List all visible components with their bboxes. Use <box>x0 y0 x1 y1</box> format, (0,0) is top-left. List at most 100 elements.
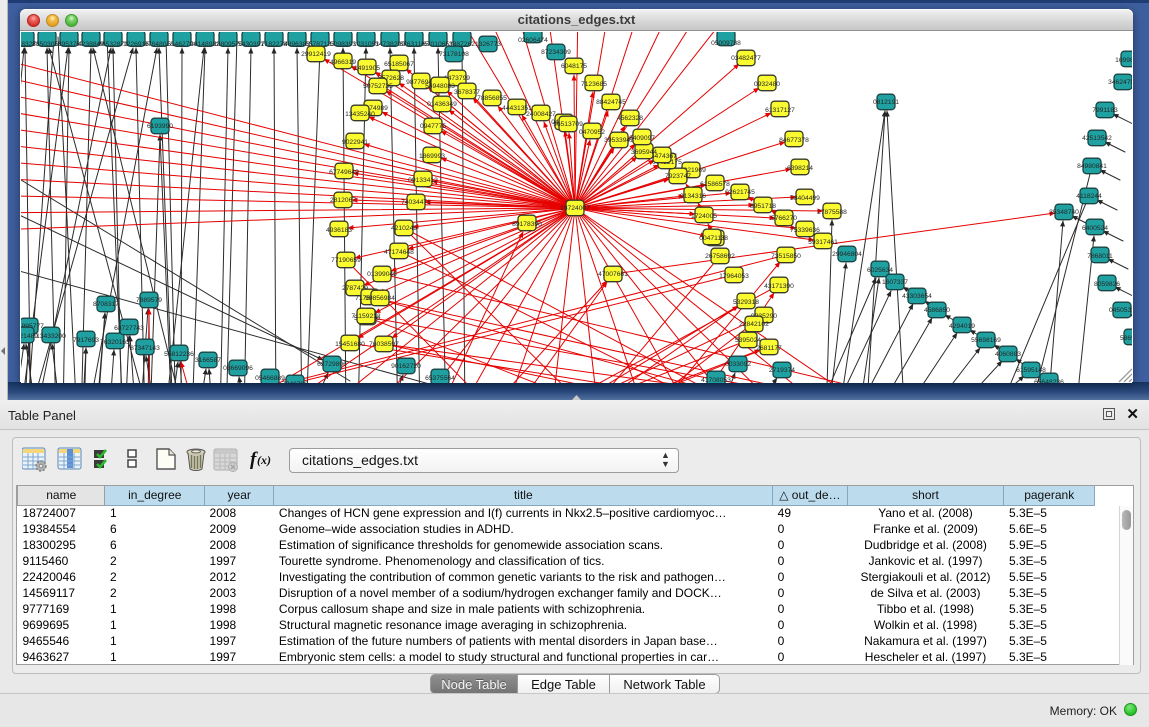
svg-text:68727743: 68727743 <box>114 325 144 332</box>
svg-text:67749649: 67749649 <box>329 169 359 176</box>
svg-text:1491905: 1491905 <box>354 65 380 72</box>
svg-text:8951718: 8951718 <box>750 203 776 210</box>
svg-text:0932480: 0932480 <box>754 81 780 88</box>
svg-text:0947775: 0947775 <box>420 123 446 130</box>
svg-text:41708053: 41708053 <box>701 377 731 383</box>
svg-text:47007661: 47007661 <box>598 271 628 278</box>
svg-text:6398214: 6398214 <box>787 165 813 172</box>
svg-text:87347143: 87347143 <box>130 345 160 352</box>
svg-text:61586578: 61586578 <box>700 181 730 188</box>
svg-text:6048175: 6048175 <box>561 63 587 70</box>
svg-text:0450533: 0450533 <box>1109 307 1132 314</box>
svg-text:29912419: 29912419 <box>301 51 331 58</box>
svg-text:7123685: 7123685 <box>581 81 607 88</box>
svg-text:26758692: 26758692 <box>705 253 735 260</box>
svg-text:61595148: 61595148 <box>1016 367 1046 374</box>
svg-text:0047113: 0047113 <box>699 235 725 242</box>
svg-text:05466889: 05466889 <box>255 375 285 382</box>
svg-text:4060883: 4060883 <box>995 351 1021 358</box>
svg-text:15451680: 15451680 <box>335 341 365 348</box>
svg-text:1724005: 1724005 <box>691 213 717 220</box>
svg-text:1869993: 1869993 <box>419 153 445 160</box>
svg-text:0812191: 0812191 <box>873 99 899 106</box>
svg-text:4210249: 4210249 <box>391 225 417 232</box>
svg-text:09133412: 09133412 <box>408 177 438 184</box>
svg-text:5329318: 5329318 <box>733 299 759 306</box>
svg-text:54948083: 54948083 <box>425 83 455 90</box>
svg-text:16998543: 16998543 <box>1115 57 1132 64</box>
svg-text:34624751: 34624751 <box>1108 79 1132 86</box>
svg-text:65185067: 65185067 <box>384 61 414 68</box>
svg-text:90162720: 90162720 <box>391 363 421 370</box>
svg-text:24008427: 24008427 <box>526 111 556 118</box>
svg-text:87234309: 87234309 <box>541 49 571 56</box>
svg-text:77190659: 77190659 <box>331 257 361 264</box>
svg-text:2719374: 2719374 <box>769 367 795 374</box>
svg-text:1326773: 1326773 <box>475 41 501 48</box>
svg-text:27875588: 27875588 <box>817 209 847 216</box>
svg-text:76320163: 76320163 <box>100 339 130 346</box>
svg-text:17964053: 17964053 <box>719 273 749 280</box>
svg-text:18724007: 18724007 <box>560 205 590 212</box>
svg-text:0470952: 0470952 <box>579 129 605 136</box>
svg-text:03669096: 03669096 <box>223 365 253 372</box>
svg-text:89178390: 89178390 <box>512 221 542 228</box>
svg-text:75339636: 75339636 <box>790 227 820 234</box>
svg-text:6193990: 6193990 <box>147 123 173 130</box>
svg-text:22842102: 22842102 <box>739 321 769 328</box>
svg-text:7923747: 7923747 <box>665 173 691 180</box>
svg-text:65375564: 65375564 <box>425 375 455 382</box>
svg-text:62729806: 62729806 <box>317 361 347 368</box>
svg-text:73178108: 73178108 <box>439 51 469 58</box>
svg-text:61317127: 61317127 <box>765 107 795 114</box>
svg-text:84980841: 84980841 <box>1077 163 1107 170</box>
svg-text:9022941: 9022941 <box>342 139 368 146</box>
svg-text:99856984: 99856984 <box>365 295 395 302</box>
svg-text:43303654: 43303654 <box>902 293 932 300</box>
svg-text:4118244: 4118244 <box>1076 193 1102 200</box>
svg-text:1607337: 1607337 <box>882 279 908 286</box>
svg-text:47174648: 47174648 <box>384 249 414 256</box>
svg-text:5395024: 5395024 <box>735 337 761 344</box>
svg-text:02621745: 02621745 <box>725 189 755 196</box>
svg-text:02606474: 02606474 <box>518 37 548 44</box>
svg-text:03482477: 03482477 <box>731 55 761 62</box>
svg-text:3695944: 3695944 <box>631 149 657 156</box>
svg-text:84677378: 84677378 <box>779 137 809 144</box>
svg-text:6025634: 6025634 <box>867 267 893 274</box>
svg-text:(x): (x) <box>257 453 271 467</box>
svg-text:0033092: 0033092 <box>725 361 751 368</box>
svg-text:01399049: 01399049 <box>367 271 397 278</box>
svg-text:3166587: 3166587 <box>195 357 221 364</box>
svg-text:55812236: 55812236 <box>164 351 194 358</box>
svg-text:78856855: 78856855 <box>477 95 507 102</box>
svg-text:5869232: 5869232 <box>1120 335 1132 342</box>
svg-text:7868011: 7868011 <box>1087 253 1113 260</box>
svg-text:05009788: 05009788 <box>711 40 741 47</box>
svg-text:88424745: 88424745 <box>596 99 626 106</box>
svg-text:74034471: 74034471 <box>401 199 431 206</box>
svg-text:42513542: 42513542 <box>1082 135 1112 142</box>
svg-text:4936183: 4936183 <box>326 227 352 234</box>
svg-text:43171390: 43171390 <box>764 283 794 290</box>
svg-text:96513709: 96513709 <box>553 121 583 128</box>
svg-text:4562328: 4562328 <box>617 115 643 122</box>
svg-text:76038597: 76038597 <box>369 341 399 348</box>
svg-text:7346706: 7346706 <box>282 381 308 383</box>
svg-text:5766270: 5766270 <box>771 215 797 222</box>
svg-text:4586850: 4586850 <box>924 307 950 314</box>
svg-text:7889579: 7889579 <box>136 297 162 304</box>
svg-text:01436349: 01436349 <box>427 101 457 108</box>
svg-text:59317461: 59317461 <box>808 239 838 246</box>
svg-text:35348740: 35348740 <box>1049 209 1079 216</box>
svg-text:29946804: 29946804 <box>832 251 862 258</box>
svg-text:73515850: 73515850 <box>771 253 801 260</box>
svg-text:55698169: 55698169 <box>971 337 1001 344</box>
svg-text:4966319: 4966319 <box>330 59 356 66</box>
svg-text:71159212: 71159212 <box>351 313 381 320</box>
svg-text:7917693: 7917693 <box>73 337 99 344</box>
svg-text:6400524: 6400524 <box>1082 225 1108 232</box>
svg-text:65648236: 65648236 <box>1034 379 1064 383</box>
svg-text:4294019: 4294019 <box>949 323 975 330</box>
svg-text:2812067: 2812067 <box>330 197 356 204</box>
